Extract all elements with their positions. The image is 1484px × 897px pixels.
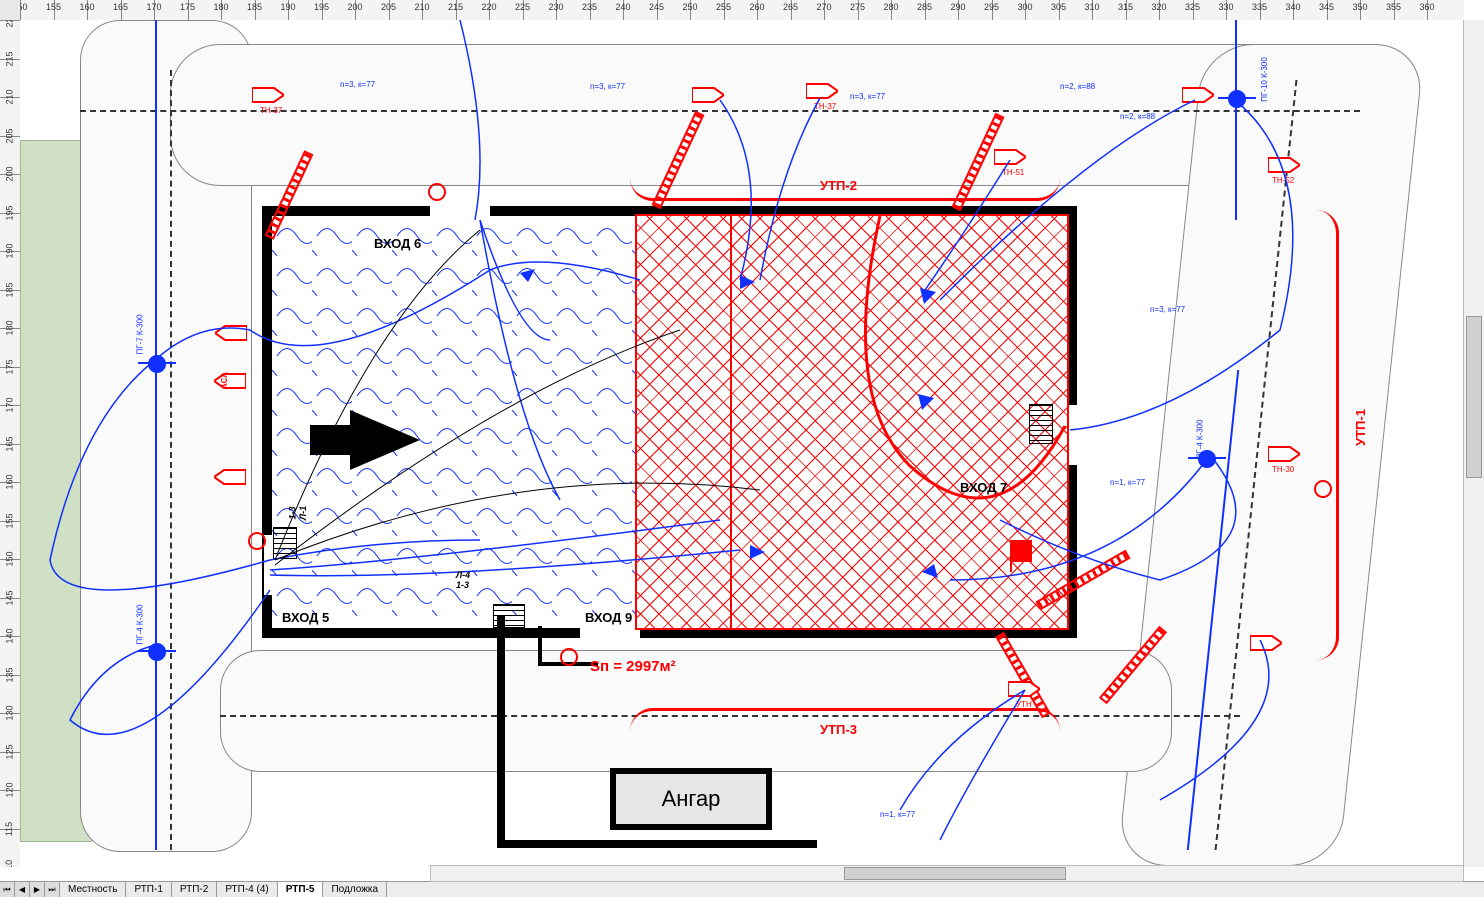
label-utp1: УТП-1 [1353,409,1368,446]
page-tab-3[interactable]: РТП-4 (4) [217,882,277,897]
label-fire-area-sp: Sп = 2997м² [590,658,676,675]
stairs-vhod7 [1030,405,1052,443]
fire-engine-icon-5 [1182,86,1214,104]
page-tab-0[interactable]: Местность [60,882,126,897]
smoke-pattern-icon [272,216,637,628]
stairs-vhod9 [494,605,524,627]
fire-engine-icon-2 [692,86,724,104]
lbl-l4: Л-4 [456,570,470,580]
stairs-vhod5 [274,528,296,558]
hydrant-label-4: ПГ-10 К-300 [1260,57,1269,102]
hose-label-2: n=3, к=77 [590,82,625,91]
command-point-1 [428,183,446,201]
wall-south-2 [497,840,817,848]
vertical-scrollbar[interactable] [1463,20,1484,867]
hose-label-7: n=1, к=77 [1110,478,1145,487]
lbl-n11: 1-3 [288,506,298,519]
label-utp3: УТП-3 [820,722,857,737]
fire-engine-icon-7 [1268,445,1300,463]
unit-label-6: УТН [1016,700,1032,709]
hydrant-1 [148,355,166,373]
hydrant-label-2: ПГ-4 К-300 [136,604,145,644]
hose-label-6: n=3, к=77 [1150,305,1185,314]
fire-engine-icon-3 [806,82,838,100]
label-vhod7: ВХОД 7 [960,480,1007,495]
vertical-ruler: 1101151201251301351401451501551601651701… [0,20,21,867]
tab-nav-last[interactable]: ⏭ [45,882,60,897]
hydrant-label-1: ПГ-7 К-300 [136,314,145,354]
page-tab-2[interactable]: РТП-2 [172,882,217,897]
page-tab-5[interactable]: Подложка [323,882,387,897]
label-vhod6: ВХОД 6 [374,236,421,251]
hose-label-8: n=1, к=77 [880,810,915,819]
label-utp2: УТП-2 [820,178,857,193]
unit-label-2: ТН-37 [814,102,836,111]
hose-label-5: n=2, к=88 [1120,112,1155,121]
diagram: ПГ-7 К-300 ПГ-4 К-300 ПГ-4 К-300 ПГ-10 К… [20,20,1464,867]
tab-nav-prev[interactable]: ◀ [15,882,30,897]
wind-direction-arrow-icon [350,410,420,470]
drawing-canvas[interactable]: ПГ-7 К-300 ПГ-4 К-300 ПГ-4 К-300 ПГ-10 К… [20,20,1464,867]
angar-label: Ангар [662,786,721,812]
page-tab-4[interactable]: РТП-5 [278,882,324,897]
unit-label-5: ТН-30 [1272,465,1294,474]
page-tabs-bar: ⏮ ◀ ▶ ⏭ МестностьРТП-1РТП-2РТП-4 (4)РТП-… [0,881,1484,897]
hose-label-4: n=2, к=88 [1060,82,1095,91]
fire-engine-icon-4 [994,148,1026,166]
hydrant-3 [1228,90,1246,108]
unit-label-3: ТН-51 [1002,168,1024,177]
fire-engine-icon-9 [1008,680,1040,698]
vertical-scroll-thumb[interactable] [1466,316,1482,478]
ruler-corner [0,0,21,21]
wall-inner-1 [538,626,542,666]
tab-nav-next[interactable]: ▶ [30,882,45,897]
hose-label-1: n=3, к=77 [340,80,375,89]
smoke-area [272,216,637,628]
road-centerline-left [170,70,172,850]
blue-pipe-left [155,20,157,850]
label-vhod5: ВХОД 5 [282,610,329,625]
fire-origin-flag-icon [1010,540,1032,562]
page-tab-1[interactable]: РТП-1 [126,882,171,897]
blue-pipe-right-top [1235,20,1237,220]
command-point-3 [560,648,578,666]
unit-label-4: ТН-52 [1272,176,1294,185]
label-vhod9: ВХОД 9 [585,610,632,625]
fire-engine-icon-11 [214,468,246,486]
hose-label-3: n=3, к=77 [850,92,885,101]
label-asa: АСА [220,372,229,389]
hydrant-2 [148,643,166,661]
command-point-2 [248,532,266,550]
fire-engine-icon-asa [214,372,246,390]
fire-engine-icon-6 [1268,156,1300,174]
fire-engine-icon-8 [1250,634,1282,652]
lbl-l3b: 1-3 [456,580,469,590]
fire-divider [730,216,732,628]
horizontal-scrollbar[interactable] [430,865,1464,882]
hydrant-label-3: ПГ-4 К-300 [1196,419,1205,459]
tab-nav-first[interactable]: ⏮ [0,882,15,897]
fire-engine-icon-10 [215,324,247,342]
horizontal-scroll-thumb[interactable] [844,867,1066,880]
angar-box: Ангар [610,768,772,830]
horizontal-ruler: 1451501551601651701751801851901952002052… [20,0,1464,21]
utp1-brace [1316,210,1339,660]
unit-label-1: ТН-37 [260,106,282,115]
lbl-n12: Л-1 [298,506,308,520]
wall-south-1 [497,616,505,846]
command-point-4 [1314,480,1332,498]
fire-engine-icon-1 [252,86,284,104]
